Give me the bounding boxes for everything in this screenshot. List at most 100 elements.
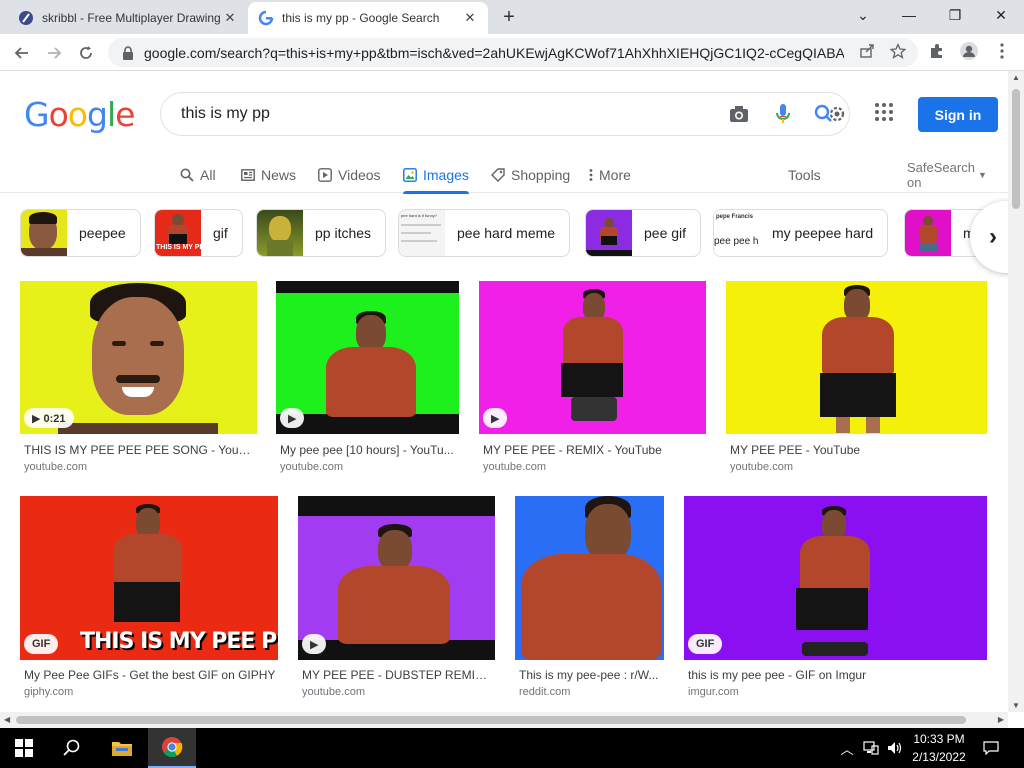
- chip-gif[interactable]: THIS IS MY PEE gif: [154, 209, 243, 257]
- result-thumbnail[interactable]: GIF: [684, 496, 987, 660]
- back-button[interactable]: [8, 39, 36, 67]
- chip-label: gif: [213, 225, 228, 241]
- image-result[interactable]: This is my pee-pee : r/W... reddit.com: [515, 496, 664, 702]
- tab-news[interactable]: News: [241, 157, 296, 193]
- reload-button[interactable]: [72, 39, 100, 67]
- chip-pp-itches[interactable]: pp itches: [256, 209, 387, 257]
- result-source[interactable]: giphy.com: [24, 686, 73, 698]
- camera-lens-icon[interactable]: [727, 102, 751, 126]
- search-settings-icon[interactable]: [813, 102, 849, 126]
- new-tab-button[interactable]: +: [498, 6, 520, 28]
- tab-all[interactable]: All: [180, 157, 216, 193]
- profile-avatar-icon[interactable]: [958, 40, 980, 62]
- network-icon[interactable]: [862, 738, 880, 758]
- result-thumbnail[interactable]: ▶: [276, 281, 459, 434]
- close-tab-icon[interactable]: ✕: [462, 10, 478, 26]
- file-explorer-button[interactable]: [98, 728, 146, 768]
- result-source[interactable]: youtube.com: [302, 686, 365, 698]
- safesearch-toggle[interactable]: SafeSearch on ▼: [907, 157, 987, 193]
- result-source[interactable]: imgur.com: [688, 686, 739, 698]
- safesearch-label: SafeSearch on: [907, 160, 975, 190]
- volume-icon[interactable]: [886, 738, 904, 758]
- chip-pee-gif[interactable]: pee gif: [585, 209, 702, 257]
- tab-label: More: [599, 167, 631, 183]
- horizontal-scroll-thumb[interactable]: [16, 716, 966, 724]
- result-caption[interactable]: MY PEE PEE - REMIX - YouTube: [483, 443, 705, 457]
- tab-videos[interactable]: Videos: [318, 157, 381, 193]
- image-result[interactable]: ▶ MY PEE PEE - REMIX - YouTube youtube.c…: [479, 281, 706, 477]
- result-caption[interactable]: This is my pee-pee : r/W...: [519, 668, 663, 682]
- result-source[interactable]: reddit.com: [519, 686, 570, 698]
- result-thumbnail[interactable]: ▶: [479, 281, 706, 434]
- chip-thumb-caption: pee hard is it funny?: [401, 213, 438, 218]
- sign-in-button[interactable]: Sign in: [918, 97, 998, 132]
- system-clock[interactable]: 10:33 PM 2/13/2022: [906, 730, 972, 766]
- minimize-button[interactable]: —: [886, 0, 932, 30]
- scroll-right-icon[interactable]: ▶: [998, 715, 1004, 724]
- chip-my-peepee-hard[interactable]: pepe Francis pee pee h my peepee hard: [713, 209, 889, 257]
- start-button[interactable]: [0, 728, 48, 768]
- result-source[interactable]: youtube.com: [730, 461, 793, 473]
- restore-button[interactable]: ❐: [932, 0, 978, 30]
- tab-title: this is my pp - Google Search: [282, 11, 440, 25]
- google-logo[interactable]: Google: [24, 95, 135, 134]
- bookmark-star-icon[interactable]: [887, 40, 909, 62]
- tab-search-chevron-icon[interactable]: ⌄: [840, 0, 886, 30]
- chip-label: peepee: [79, 225, 126, 241]
- image-result[interactable]: THIS IS MY PEE PEE. GIF My Pee Pee GIFs …: [20, 496, 278, 702]
- vertical-scroll-thumb[interactable]: [1012, 89, 1020, 209]
- browser-tab-skribbl[interactable]: skribbl - Free Multiplayer Drawing ✕: [8, 2, 248, 34]
- image-result[interactable]: ▶ 0:21 THIS IS MY PEE PEE PEE SONG - You…: [20, 281, 257, 477]
- result-thumbnail[interactable]: [515, 496, 664, 660]
- browser-menu-icon[interactable]: [991, 40, 1013, 62]
- result-thumbnail[interactable]: [726, 281, 987, 434]
- result-thumbnail[interactable]: ▶ 0:21: [20, 281, 257, 434]
- tab-shopping[interactable]: Shopping: [491, 157, 570, 193]
- result-caption[interactable]: MY PEE PEE - YouTube: [730, 443, 986, 457]
- chrome-taskbar-button[interactable]: [148, 728, 196, 768]
- close-tab-icon[interactable]: ✕: [222, 10, 238, 26]
- result-thumbnail[interactable]: ▶: [298, 496, 495, 660]
- image-result[interactable]: MY PEE PEE - YouTube youtube.com: [726, 281, 987, 477]
- microphone-icon[interactable]: [771, 102, 795, 126]
- logo-letter: g: [86, 95, 108, 134]
- address-bar[interactable]: google.com/search?q=this+is+my+pp&tbm=is…: [108, 38, 918, 67]
- forward-button[interactable]: [40, 39, 68, 67]
- taskbar-search-button[interactable]: [48, 728, 96, 768]
- close-window-button[interactable]: ✕: [978, 0, 1024, 30]
- scroll-left-icon[interactable]: ◀: [4, 715, 10, 724]
- chip-thumb-caption: pee pee h: [714, 236, 759, 247]
- result-caption[interactable]: this is my pee pee - GIF on Imgur: [688, 668, 986, 682]
- result-source[interactable]: youtube.com: [24, 461, 87, 473]
- image-result[interactable]: GIF this is my pee pee - GIF on Imgur im…: [684, 496, 987, 702]
- tray-chevron-icon[interactable]: ︿: [838, 738, 856, 758]
- result-caption[interactable]: My pee pee [10 hours] - YouTu...: [280, 443, 458, 457]
- forward-arrow-icon: [48, 47, 62, 59]
- result-caption[interactable]: MY PEE PEE - DUBSTEP REMIX - ...: [302, 668, 494, 682]
- tab-images[interactable]: Images: [403, 157, 469, 194]
- extensions-puzzle-icon[interactable]: [926, 40, 948, 62]
- notification-icon[interactable]: [982, 738, 1000, 758]
- chip-thumbnail: pee hard is it funny?: [399, 210, 445, 256]
- share-icon[interactable]: [856, 40, 878, 62]
- google-apps-icon[interactable]: [874, 102, 898, 126]
- result-thumbnail[interactable]: THIS IS MY PEE PEE. GIF: [20, 496, 278, 660]
- result-source[interactable]: youtube.com: [483, 461, 546, 473]
- vertical-scrollbar[interactable]: ▲ ▼: [1008, 71, 1024, 712]
- image-result[interactable]: ▶ MY PEE PEE - DUBSTEP REMIX - ... youtu…: [298, 496, 495, 702]
- browser-tab-google[interactable]: this is my pp - Google Search ✕: [248, 2, 488, 34]
- reload-icon: [80, 46, 92, 59]
- logo-letter: e: [115, 95, 135, 134]
- scroll-up-icon[interactable]: ▲: [1012, 73, 1020, 82]
- tools-button[interactable]: Tools: [788, 157, 821, 193]
- result-caption[interactable]: My Pee Pee GIFs - Get the best GIF on GI…: [24, 668, 278, 682]
- image-result[interactable]: ▶ My pee pee [10 hours] - YouTu... youtu…: [276, 281, 459, 477]
- result-caption[interactable]: THIS IS MY PEE PEE PEE SONG - YouTu...: [24, 443, 256, 457]
- horizontal-scrollbar[interactable]: ◀ ▶: [0, 712, 1008, 728]
- scroll-down-icon[interactable]: ▼: [1012, 701, 1020, 710]
- chip-pee-hard-meme[interactable]: pee hard is it funny? pee hard meme: [398, 209, 571, 257]
- tab-label: Shopping: [511, 167, 571, 183]
- result-source[interactable]: youtube.com: [280, 461, 343, 473]
- chip-peepee[interactable]: peepee: [20, 209, 141, 257]
- tab-more[interactable]: More: [589, 157, 631, 193]
